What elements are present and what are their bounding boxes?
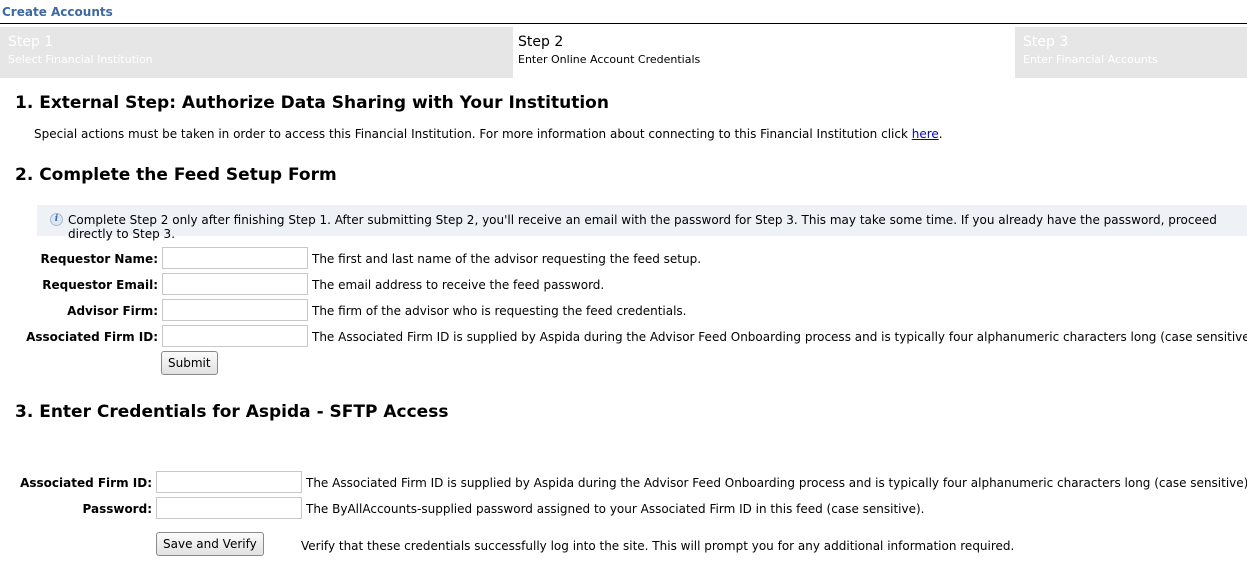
associated-firm-id-input[interactable]: [162, 325, 308, 347]
password-input[interactable]: [156, 497, 302, 519]
requestor-name-row: Requestor Name: The first and last name …: [0, 247, 1247, 269]
password-hint: The ByAllAccounts-supplied password assi…: [306, 502, 925, 516]
associated-firm-id-label: Associated Firm ID:: [26, 330, 158, 344]
step-3-tab[interactable]: Step 3 Enter Financial Accounts: [1015, 27, 1247, 78]
password-row: Password: The ByAllAccounts-supplied pas…: [0, 497, 1247, 519]
requestor-email-row: Requestor Email: The email address to re…: [0, 273, 1247, 295]
step-1-tab[interactable]: Step 1 Select Financial Institution: [0, 27, 513, 78]
requestor-email-input[interactable]: [162, 273, 308, 295]
section-2-heading: 2. Complete the Feed Setup Form: [15, 165, 337, 185]
credential-firm-id-label: Associated Firm ID:: [20, 476, 152, 490]
save-and-verify-hint: Verify that these credentials successful…: [301, 539, 1015, 553]
advisor-firm-hint: The firm of the advisor who is requestin…: [312, 304, 687, 318]
page-header: Create Accounts: [0, 0, 1247, 24]
step-3-label: Enter Financial Accounts: [1023, 53, 1158, 66]
step-2-label: Enter Online Account Credentials: [518, 53, 701, 66]
section-1-heading: 1. External Step: Authorize Data Sharing…: [15, 93, 609, 113]
password-label: Password:: [82, 502, 153, 516]
section-1-text: Special actions must be taken in order t…: [34, 127, 943, 141]
info-icon: i: [50, 213, 63, 226]
step-3-number: Step 3: [1023, 34, 1069, 50]
step-2-tab[interactable]: Step 2 Enter Online Account Credentials: [513, 27, 1015, 79]
advisor-firm-row: Advisor Firm: The firm of the advisor wh…: [0, 299, 1247, 321]
associated-firm-id-row: Associated Firm ID: The Associated Firm …: [0, 325, 1247, 347]
submit-button[interactable]: Submit: [161, 351, 218, 375]
advisor-firm-label: Advisor Firm:: [67, 304, 158, 318]
associated-firm-id-hint: The Associated Firm ID is supplied by As…: [312, 330, 1247, 344]
info-text: Complete Step 2 only after finishing Ste…: [68, 213, 1217, 241]
step-2-number: Step 2: [518, 34, 564, 50]
advisor-firm-input[interactable]: [162, 299, 308, 321]
section-1-body: Special actions must be taken in order t…: [34, 127, 912, 141]
requestor-email-label: Requestor Email:: [42, 278, 158, 292]
requestor-email-hint: The email address to receive the feed pa…: [312, 278, 605, 292]
requestor-name-label: Requestor Name:: [40, 252, 158, 266]
here-link[interactable]: here: [912, 127, 939, 141]
save-and-verify-button[interactable]: Save and Verify: [156, 532, 264, 556]
step-1-number: Step 1: [8, 34, 54, 50]
page-title: Create Accounts: [2, 5, 113, 19]
requestor-name-hint: The first and last name of the advisor r…: [312, 252, 702, 266]
info-notice: i Complete Step 2 only after finishing S…: [37, 205, 1247, 241]
credential-firm-id-input[interactable]: [156, 471, 302, 493]
step-1-label: Select Financial Institution: [8, 53, 153, 66]
step-wizard: Step 1 Select Financial Institution Step…: [0, 27, 1247, 79]
credential-firm-id-hint: The Associated Firm ID is supplied by As…: [306, 476, 1247, 490]
credential-firm-id-row: Associated Firm ID: The Associated Firm …: [0, 471, 1247, 493]
requestor-name-input[interactable]: [162, 247, 308, 269]
section-3-heading: 3. Enter Credentials for Aspida - SFTP A…: [15, 402, 449, 422]
section-1-period: .: [938, 127, 943, 141]
